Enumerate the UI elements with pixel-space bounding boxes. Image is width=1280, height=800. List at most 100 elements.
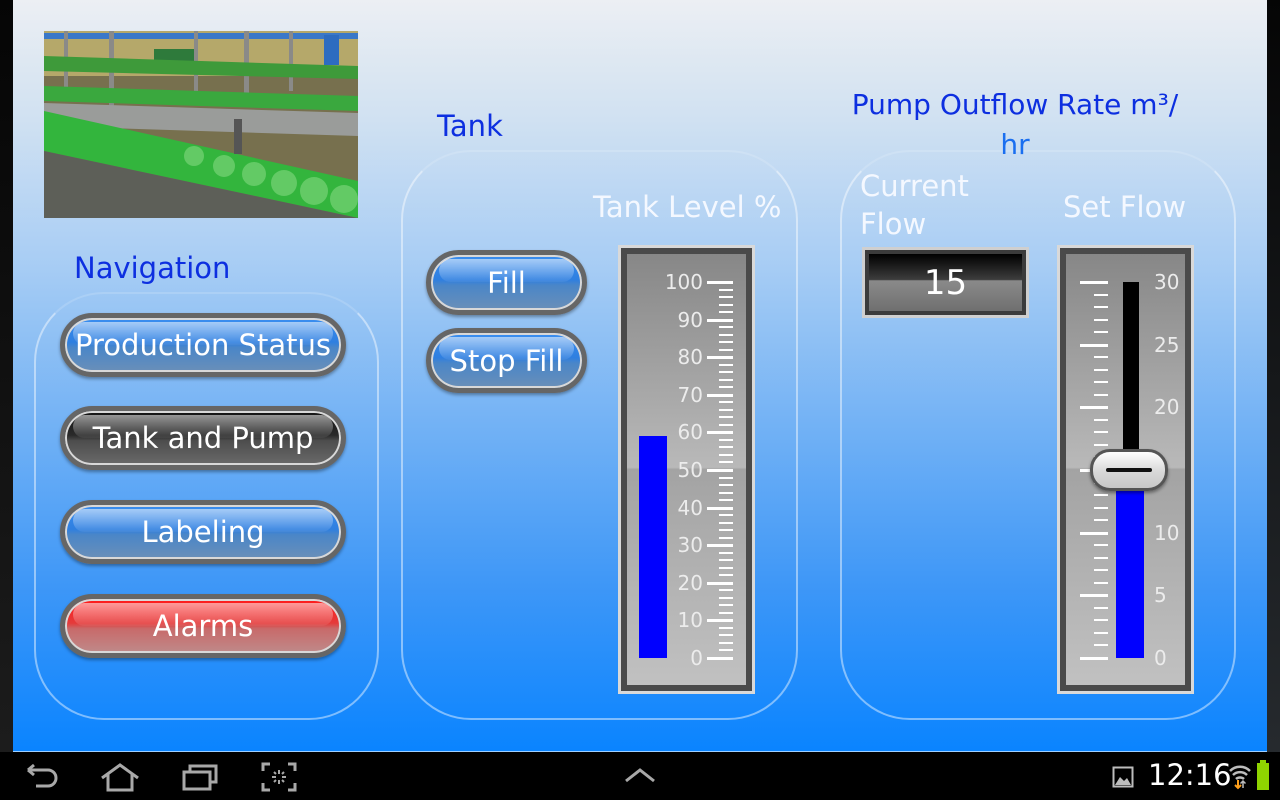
flow-scale-label: 30 — [1154, 270, 1180, 294]
minor-tick — [719, 461, 733, 464]
hmi-screen: Navigation Production Status Tank and Pu… — [13, 0, 1267, 752]
tank-scale-label: 10 — [677, 608, 703, 633]
major-tick — [1080, 343, 1108, 347]
major-tick — [707, 393, 733, 397]
minor-tick — [719, 536, 733, 539]
navigation-title: Navigation — [74, 251, 231, 285]
home-icon[interactable] — [98, 762, 142, 792]
minor-tick — [719, 566, 733, 569]
minor-tick — [1094, 619, 1108, 622]
minor-tick — [719, 521, 733, 524]
minor-tick — [1094, 431, 1108, 434]
minor-tick — [1094, 318, 1108, 321]
status-clock: 12:16 — [1148, 758, 1232, 792]
major-tick — [707, 318, 733, 322]
current-flow-label-line2: Flow — [860, 207, 927, 241]
minor-tick — [719, 499, 733, 502]
bottling-line-image — [44, 31, 358, 218]
minor-tick — [1094, 293, 1108, 296]
pump-title-line1: Pump Outflow Rate m³/ — [851, 88, 1179, 121]
minor-tick — [719, 288, 733, 291]
screen-bezel-right — [1267, 0, 1280, 752]
set-flow-label: Set Flow — [1063, 190, 1187, 224]
major-tick — [707, 619, 733, 623]
minor-tick — [719, 416, 733, 419]
fill-button-label: Fill — [487, 265, 526, 300]
minor-tick — [719, 551, 733, 554]
back-icon[interactable] — [22, 762, 62, 792]
tank-scale-label: 90 — [677, 307, 703, 332]
minor-tick — [1094, 631, 1108, 634]
tank-scale-label: 70 — [677, 382, 703, 407]
minor-tick — [719, 453, 733, 456]
major-tick — [707, 281, 733, 284]
tank-scale-label: 60 — [677, 420, 703, 445]
screenshot-icon[interactable] — [261, 762, 297, 792]
flow-scale-label: 0 — [1154, 646, 1167, 670]
minor-tick — [1094, 519, 1108, 522]
current-flow-label-line1: Current — [860, 169, 969, 203]
minor-tick — [1094, 331, 1108, 334]
tank-level-gauge: 100 90 80 70 60 50 40 30 20 10 0 — [618, 245, 755, 694]
stop-fill-button[interactable]: Stop Fill — [426, 328, 587, 393]
battery-icon — [1257, 760, 1269, 790]
minor-tick — [719, 596, 733, 599]
major-tick — [707, 544, 733, 548]
minor-tick — [719, 408, 733, 411]
minor-tick — [719, 333, 733, 336]
minor-tick — [1094, 443, 1108, 446]
wifi-icon — [1229, 765, 1251, 790]
nav-tank-and-pump-button[interactable]: Tank and Pump — [60, 406, 346, 470]
fill-button[interactable]: Fill — [426, 250, 587, 315]
nav-labeling-button[interactable]: Labeling — [60, 500, 346, 564]
minor-tick — [1094, 606, 1108, 609]
minor-tick — [719, 559, 733, 562]
nav-production-status-button[interactable]: Production Status — [60, 313, 346, 377]
major-tick — [1080, 281, 1108, 284]
minor-tick — [719, 574, 733, 577]
minor-tick — [1094, 506, 1108, 509]
chevron-up-icon[interactable] — [624, 766, 656, 784]
slider-thumb[interactable] — [1090, 449, 1168, 491]
minor-tick — [1094, 381, 1108, 384]
tank-title: Tank — [437, 109, 503, 143]
minor-tick — [719, 401, 733, 404]
minor-tick — [719, 363, 733, 366]
minor-tick — [1094, 356, 1108, 359]
minor-tick — [719, 476, 733, 479]
minor-tick — [1094, 544, 1108, 547]
minor-tick — [719, 589, 733, 592]
tank-scale-label: 100 — [664, 270, 703, 294]
minor-tick — [719, 438, 733, 441]
minor-tick — [719, 326, 733, 329]
minor-tick — [1094, 556, 1108, 559]
set-flow-slider[interactable]: 30 25 20 10 5 0 — [1057, 245, 1194, 694]
minor-tick — [1094, 569, 1108, 572]
stop-fill-button-label: Stop Fill — [449, 343, 564, 378]
major-tick — [1080, 531, 1108, 535]
minor-tick — [1094, 581, 1108, 584]
slider-thumb-grip — [1106, 468, 1152, 472]
minor-tick — [719, 634, 733, 637]
minor-tick — [719, 446, 733, 449]
minor-tick — [1094, 306, 1108, 309]
minor-tick — [719, 378, 733, 381]
minor-tick — [719, 529, 733, 532]
minor-tick — [719, 311, 733, 314]
tank-scale-label: 80 — [677, 345, 703, 370]
major-tick — [707, 431, 733, 435]
nav-alarms-button[interactable]: Alarms — [60, 594, 346, 658]
recent-apps-icon[interactable] — [181, 762, 221, 792]
major-tick — [707, 356, 733, 360]
minor-tick — [719, 371, 733, 374]
minor-tick — [719, 296, 733, 299]
minor-tick — [719, 491, 733, 494]
pump-title-line2: hr — [1000, 128, 1030, 161]
major-tick — [707, 469, 733, 472]
system-navigation-bar — [0, 752, 1280, 800]
minor-tick — [719, 484, 733, 487]
minor-tick — [1094, 368, 1108, 371]
slider-track[interactable] — [1123, 282, 1139, 470]
major-tick — [1080, 594, 1108, 598]
tank-scale-label: 40 — [677, 495, 703, 520]
